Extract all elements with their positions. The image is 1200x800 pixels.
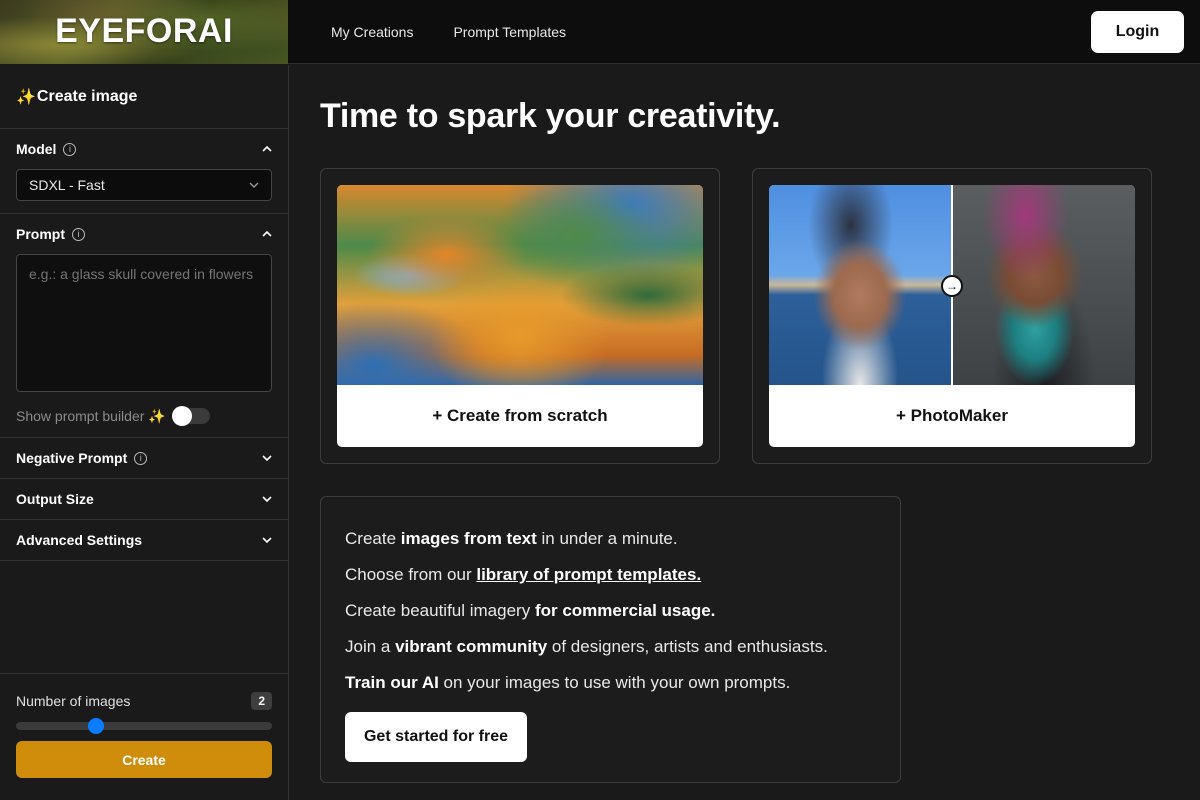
- slider-thumb[interactable]: [88, 718, 104, 734]
- number-of-images-label: Number of images: [16, 693, 131, 709]
- prompt-section-header[interactable]: Prompt i: [16, 214, 272, 254]
- chevron-down-icon[interactable]: [262, 535, 272, 545]
- model-section: Model i SDXL - Fast: [0, 129, 288, 214]
- main-nav: My Creations Prompt Templates: [331, 24, 566, 40]
- advanced-settings-section: Advanced Settings: [0, 520, 288, 561]
- feature-line: Create images from text in under a minut…: [345, 521, 876, 557]
- number-of-images-row: Number of images 2: [16, 690, 272, 712]
- prompt-label: Prompt: [16, 226, 65, 242]
- sidebar-title-text: Create image: [36, 87, 138, 105]
- info-icon[interactable]: i: [134, 451, 148, 465]
- prompt-section: Prompti Show prompt builder ✨: [0, 214, 288, 438]
- emphasis: for commercial usage.: [534, 601, 716, 620]
- advanced-settings-header[interactable]: Advanced Settings: [16, 520, 272, 560]
- photomaker-image: →: [769, 185, 1135, 385]
- text: on your images to use with your own prom…: [438, 673, 791, 692]
- model-section-header[interactable]: Model i: [16, 129, 272, 169]
- main-content: Time to spark your creativity. + Create …: [289, 65, 1200, 800]
- negative-prompt-header[interactable]: Negative Prompt i: [16, 438, 272, 478]
- chevron-up-icon[interactable]: [262, 144, 272, 154]
- prompt-builder-label: Show prompt builder: [16, 408, 145, 424]
- text: Create: [345, 529, 401, 548]
- photomaker-button[interactable]: → + PhotoMaker: [769, 185, 1135, 447]
- sparkle-icon: ✨: [148, 407, 166, 424]
- chevron-down-icon: [249, 182, 259, 188]
- text: Create beautiful imagery: [345, 601, 535, 620]
- prompt-builder-toggle[interactable]: [171, 406, 210, 426]
- sidebar-title: ✨ Create image: [0, 65, 288, 129]
- emphasis: Train our AI: [345, 673, 439, 692]
- feature-line: Create beautiful imagery for commercial …: [345, 593, 876, 629]
- after-photo: [953, 185, 1135, 385]
- generation-controls: Number of images 2 Create: [0, 673, 288, 778]
- model-selected-value: SDXL - Fast: [29, 177, 105, 193]
- toggle-knob: [171, 406, 192, 426]
- model-label: Model: [16, 141, 57, 157]
- prompt-templates-link[interactable]: library of prompt templates.: [476, 565, 701, 584]
- photomaker-card: → + PhotoMaker: [752, 168, 1152, 464]
- page-title: Time to spark your creativity.: [320, 97, 781, 135]
- number-of-images-value: 2: [251, 692, 272, 710]
- sidebar: ✨ Create image Model i SDXL - Fast Prompt…: [0, 65, 289, 800]
- text: Join a: [345, 637, 396, 656]
- painting-image: [337, 185, 703, 385]
- advanced-settings-label: Advanced Settings: [16, 532, 143, 548]
- sparkle-icon: ✨: [16, 88, 36, 106]
- text: of designers, artists and enthusiasts.: [547, 637, 828, 656]
- create-from-scratch-label: + Create from scratch: [432, 406, 608, 425]
- chevron-up-icon[interactable]: [262, 229, 272, 239]
- output-size-header[interactable]: Output Size: [16, 479, 272, 519]
- negative-prompt-section: Negative Prompt i: [0, 438, 288, 479]
- output-size-section: Output Size: [0, 479, 288, 520]
- nav-my-creations[interactable]: My Creations: [331, 24, 413, 40]
- create-from-scratch-card: + Create from scratch: [320, 168, 720, 464]
- logo-text: EYEFORAI: [55, 12, 233, 50]
- create-from-scratch-button[interactable]: + Create from scratch: [337, 185, 703, 447]
- top-bar: EYEFORAI My Creations Prompt Templates L…: [0, 0, 1200, 64]
- number-of-images-slider[interactable]: [16, 718, 272, 734]
- feature-line: Choose from our library of prompt templa…: [345, 557, 876, 593]
- feature-line: Join a vibrant community of designers, a…: [345, 629, 876, 665]
- before-photo: [769, 185, 951, 385]
- emphasis: vibrant community: [395, 637, 548, 656]
- info-icon[interactable]: i: [72, 227, 85, 241]
- create-button[interactable]: Create: [16, 741, 272, 778]
- nav-prompt-templates[interactable]: Prompt Templates: [453, 24, 566, 40]
- prompt-builder-row: Show prompt builder ✨: [16, 397, 272, 437]
- login-button[interactable]: Login: [1091, 11, 1184, 53]
- info-icon[interactable]: i: [63, 142, 77, 156]
- photomaker-label: + PhotoMaker: [896, 406, 1008, 425]
- output-size-label: Output Size: [16, 491, 94, 507]
- logo[interactable]: EYEFORAI: [0, 0, 288, 64]
- chevron-down-icon[interactable]: [262, 453, 272, 463]
- arrow-right-icon: →: [941, 275, 963, 297]
- emphasis: images from text: [400, 529, 537, 548]
- model-select[interactable]: SDXL - Fast: [16, 169, 272, 201]
- text: Choose from our: [345, 565, 477, 584]
- text: in under a minute.: [536, 529, 678, 548]
- chevron-down-icon[interactable]: [262, 494, 272, 504]
- prompt-input[interactable]: [16, 254, 272, 392]
- features-box: Create images from text in under a minut…: [320, 496, 901, 783]
- negative-prompt-label: Negative Prompt: [16, 450, 128, 466]
- get-started-button[interactable]: Get started for free: [345, 712, 527, 762]
- feature-line: Train our AI on your images to use with …: [345, 665, 876, 701]
